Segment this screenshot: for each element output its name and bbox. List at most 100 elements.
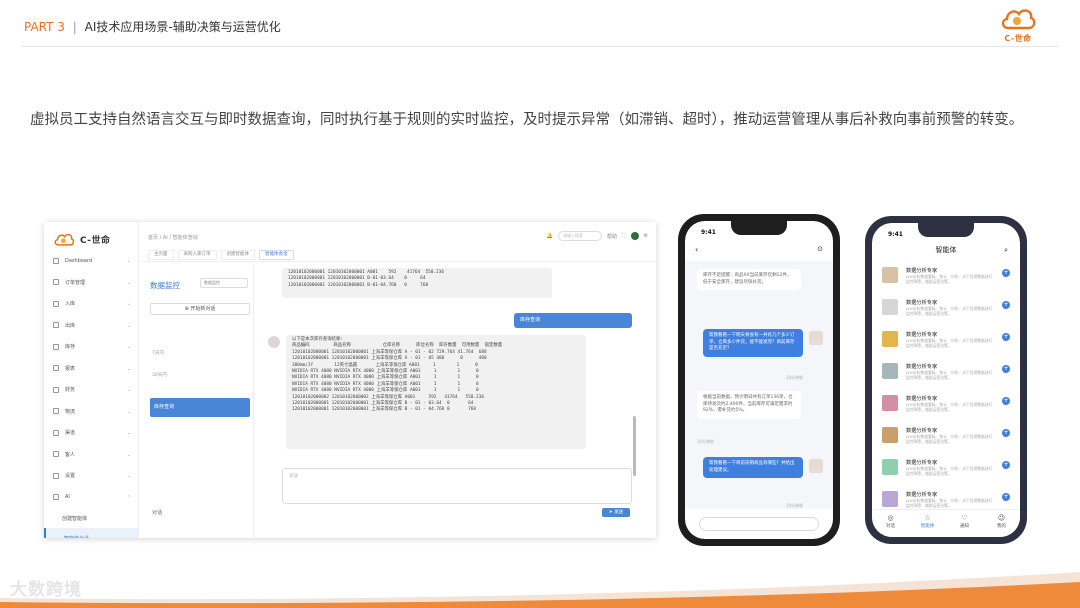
tabbar-item[interactable]: ◎ 对话 — [876, 514, 906, 537]
tab-icon: ◎ — [887, 514, 894, 522]
agent-item[interactable]: 数据分析专家 Will分析数据看板、统计、分析、对于异常数据进行监控预警，辅助运营… — [880, 391, 1012, 421]
tabbar-item[interactable]: ☆ 智能体 — [913, 514, 943, 537]
chevron-down-icon: ⌄ — [126, 408, 131, 415]
top-search-input[interactable]: 请输入搜索 — [557, 231, 602, 241]
bot-message: 根据当前数据，预计明日共有订单136单，仓库待发货约2,400件，当前库存可满足… — [697, 391, 801, 419]
agent-description: Will分析数据看板、统计、分析、对于异常数据进行监控预警，辅助运营决策。 — [906, 466, 993, 476]
agent-item[interactable]: 数据分析专家 Will分析数据看板、统计、分析、对于异常数据进行监控预警，辅助运营… — [880, 455, 1012, 485]
menu-item-label: AI — [65, 494, 70, 501]
add-icon[interactable]: + — [1002, 397, 1010, 405]
chevron-down-icon: ⌄ — [126, 365, 131, 372]
phone-agents-screen: 9:41 智能体 ⌕ 数据分析专家 Will分析数据看板、统计、分析、对于异常数据… — [872, 223, 1020, 537]
agent-name: 数据分析专家 — [906, 332, 938, 338]
menu-item[interactable]: 出库 ⌄ — [44, 315, 139, 337]
phone-chat-screen: 9:41 ‹ ⊙ 库存不足提醒：商品XX当前库存仅剩12件，低于安全库存，建议尽… — [685, 221, 833, 539]
add-icon[interactable]: + — [1002, 269, 1010, 277]
menu-item-icon — [53, 408, 59, 415]
more-icon[interactable]: ⊙ — [817, 245, 823, 253]
agent-description: Will分析数据看板、统计、分析、对于异常数据进行监控预警，辅助运营决策。 — [906, 338, 993, 348]
menu-item-icon — [53, 386, 59, 393]
search-icon[interactable]: ⌕ — [1004, 246, 1008, 255]
menu-item[interactable]: 物流 ⌄ — [44, 401, 139, 423]
footer-brand: 大数跨境 — [10, 580, 82, 600]
phone-chat-messages: 库存不足提醒：商品XX当前库存仅剩12件，低于安全库存，建议尽快补货。帮我看看一… — [685, 261, 833, 509]
tab[interactable]: 创建智能体 — [220, 250, 255, 260]
phone-agents-header: 智能体 ⌕ — [872, 245, 1020, 261]
agent-description: Will分析数据看板、统计、分析、对于异常数据进行监控预警，辅助运营决策。 — [906, 498, 993, 508]
menu-item[interactable]: 入库 ⌄ — [44, 293, 139, 315]
menu-item-label: 报表 — [65, 365, 76, 372]
send-button[interactable]: ➤ 发送 — [602, 508, 630, 517]
user-message: 帮我看看一下目前滞销商品有哪些？并给出处理建议。 — [703, 457, 803, 478]
session-item-active[interactable]: 库存查询 — [150, 398, 250, 417]
back-icon[interactable]: ‹ — [695, 245, 698, 254]
avatar[interactable] — [630, 232, 639, 240]
bell-icon[interactable]: 🔔 — [547, 233, 553, 239]
chevron-down-icon: ⌄ — [126, 387, 131, 393]
add-icon[interactable]: + — [1002, 493, 1010, 501]
chevron-down-icon: ⌄ — [126, 451, 131, 458]
agent-item[interactable]: 数据分析专家 Will分析数据看板、统计、分析、对于异常数据进行监控预警，辅助运营… — [880, 423, 1012, 453]
tabbar-item[interactable]: ☺ 我的 — [987, 514, 1017, 537]
tab-label: 对话 — [886, 524, 895, 529]
panel-footer: 对话 — [152, 510, 163, 516]
agent-thumbnail — [882, 363, 898, 379]
add-icon[interactable]: + — [1002, 429, 1010, 437]
agent-description: Will分析数据看板、统计、分析、对于异常数据进行监控预警，辅助运营决策。 — [906, 370, 993, 380]
settings-icon[interactable]: ⚙ — [644, 233, 648, 239]
menu-item-label: 入库 — [65, 301, 76, 308]
add-icon[interactable]: + — [1002, 301, 1010, 309]
menu-item[interactable]: 客人 ⌄ — [44, 444, 139, 466]
desktop-screenshot: C-世命 Dashboard ⌄ 订单管理 ⌄ 入库 ⌄ 出库 ⌄ 库存 ⌄ 报表 ⌄ 财务 ⌄ 物流 ⌄ 渠道… — [44, 222, 656, 538]
bot-message: 库存不足提醒：商品XX当前库存仅剩12件，低于安全库存，建议尽快补货。 — [697, 269, 801, 290]
menu-item[interactable]: Dashboard ⌄ — [44, 250, 139, 272]
add-icon[interactable]: + — [1002, 333, 1010, 341]
tabbar-item[interactable]: ♡ 通知 — [950, 514, 980, 537]
phone-chat-header: ‹ ⊙ — [685, 243, 833, 259]
menu-item[interactable]: 报表 ⌄ — [44, 358, 139, 380]
agent-item[interactable]: 数据分析专家 Will分析数据看板、统计、分析、对于异常数据进行监控预警，辅助运营… — [880, 359, 1012, 389]
submenu-item[interactable]: 智能体会话 — [44, 528, 139, 538]
menu-item[interactable]: 财务 ⌄ — [44, 379, 139, 401]
submenu-item[interactable]: 创建智能体 — [44, 508, 139, 528]
bot-avatar — [268, 336, 280, 348]
phone-chat-screenshot: 9:41 ‹ ⊙ 库存不足提醒：商品XX当前库存仅剩12件，低于安全库存，建议尽… — [678, 214, 840, 546]
message-time: 10分钟前 — [785, 503, 803, 508]
agent-item[interactable]: 数据分析专家 Will分析数据看板、统计、分析、对于异常数据进行监控预警，辅助运营… — [880, 263, 1012, 293]
menu-item[interactable]: 库存 ⌄ — [44, 336, 139, 358]
phone-chat-input[interactable] — [699, 517, 819, 531]
menu-item-icon — [53, 300, 59, 307]
chat-input[interactable]: 发送 — [282, 468, 632, 504]
menu-item[interactable]: AI ⌃ — [44, 487, 139, 509]
footer-wave — [0, 572, 1080, 608]
menu-item[interactable]: 设置 ⌄ — [44, 465, 139, 487]
panel-select[interactable]: 数据监控 — [200, 278, 248, 288]
chevron-down-icon: ⌄ — [126, 430, 131, 436]
menu-item[interactable]: 订单管理 ⌄ — [44, 272, 139, 294]
send-label: 发送 — [614, 510, 624, 515]
agent-thumbnail — [882, 459, 898, 475]
menu-item-label: 库存 — [65, 344, 76, 351]
agent-description: Will分析数据看板、统计、分析、对于异常数据进行监控预警，辅助运营决策。 — [906, 306, 993, 316]
avatar — [809, 459, 823, 473]
agent-thumbnail — [882, 299, 898, 315]
tab[interactable]: 主页面 — [148, 250, 174, 260]
agent-item[interactable]: 数据分析专家 Will分析数据看板、统计、分析、对于异常数据进行监控预警，辅助运营… — [880, 295, 1012, 325]
add-icon[interactable]: + — [1002, 461, 1010, 469]
desktop-logo: C-世命 — [50, 230, 134, 246]
new-chat-button[interactable]: ⊕ 开始新对话 — [150, 303, 250, 315]
agent-name: 数据分析专家 — [906, 460, 938, 466]
agent-name: 数据分析专家 — [906, 492, 938, 498]
menu-item-label: Dashboard — [65, 257, 93, 264]
tab[interactable]: 采购入库订单 — [177, 250, 217, 260]
fullscreen-icon[interactable]: ⛶ — [622, 233, 626, 239]
tab[interactable]: 智能体会话 — [259, 250, 294, 260]
agent-list: 数据分析专家 Will分析数据看板、统计、分析、对于异常数据进行监控预警，辅助运营… — [872, 263, 1020, 508]
agent-item[interactable]: 数据分析专家 Will分析数据看板、统计、分析、对于异常数据进行监控预警，辅助运营… — [880, 327, 1012, 357]
chat-scrollbar[interactable] — [633, 416, 636, 476]
help-link[interactable]: 帮助 — [607, 233, 617, 240]
phone-notch — [731, 221, 787, 235]
agent-thumbnail — [882, 267, 898, 283]
menu-item[interactable]: 渠道 ⌄ — [44, 422, 139, 444]
add-icon[interactable]: + — [1002, 365, 1010, 373]
